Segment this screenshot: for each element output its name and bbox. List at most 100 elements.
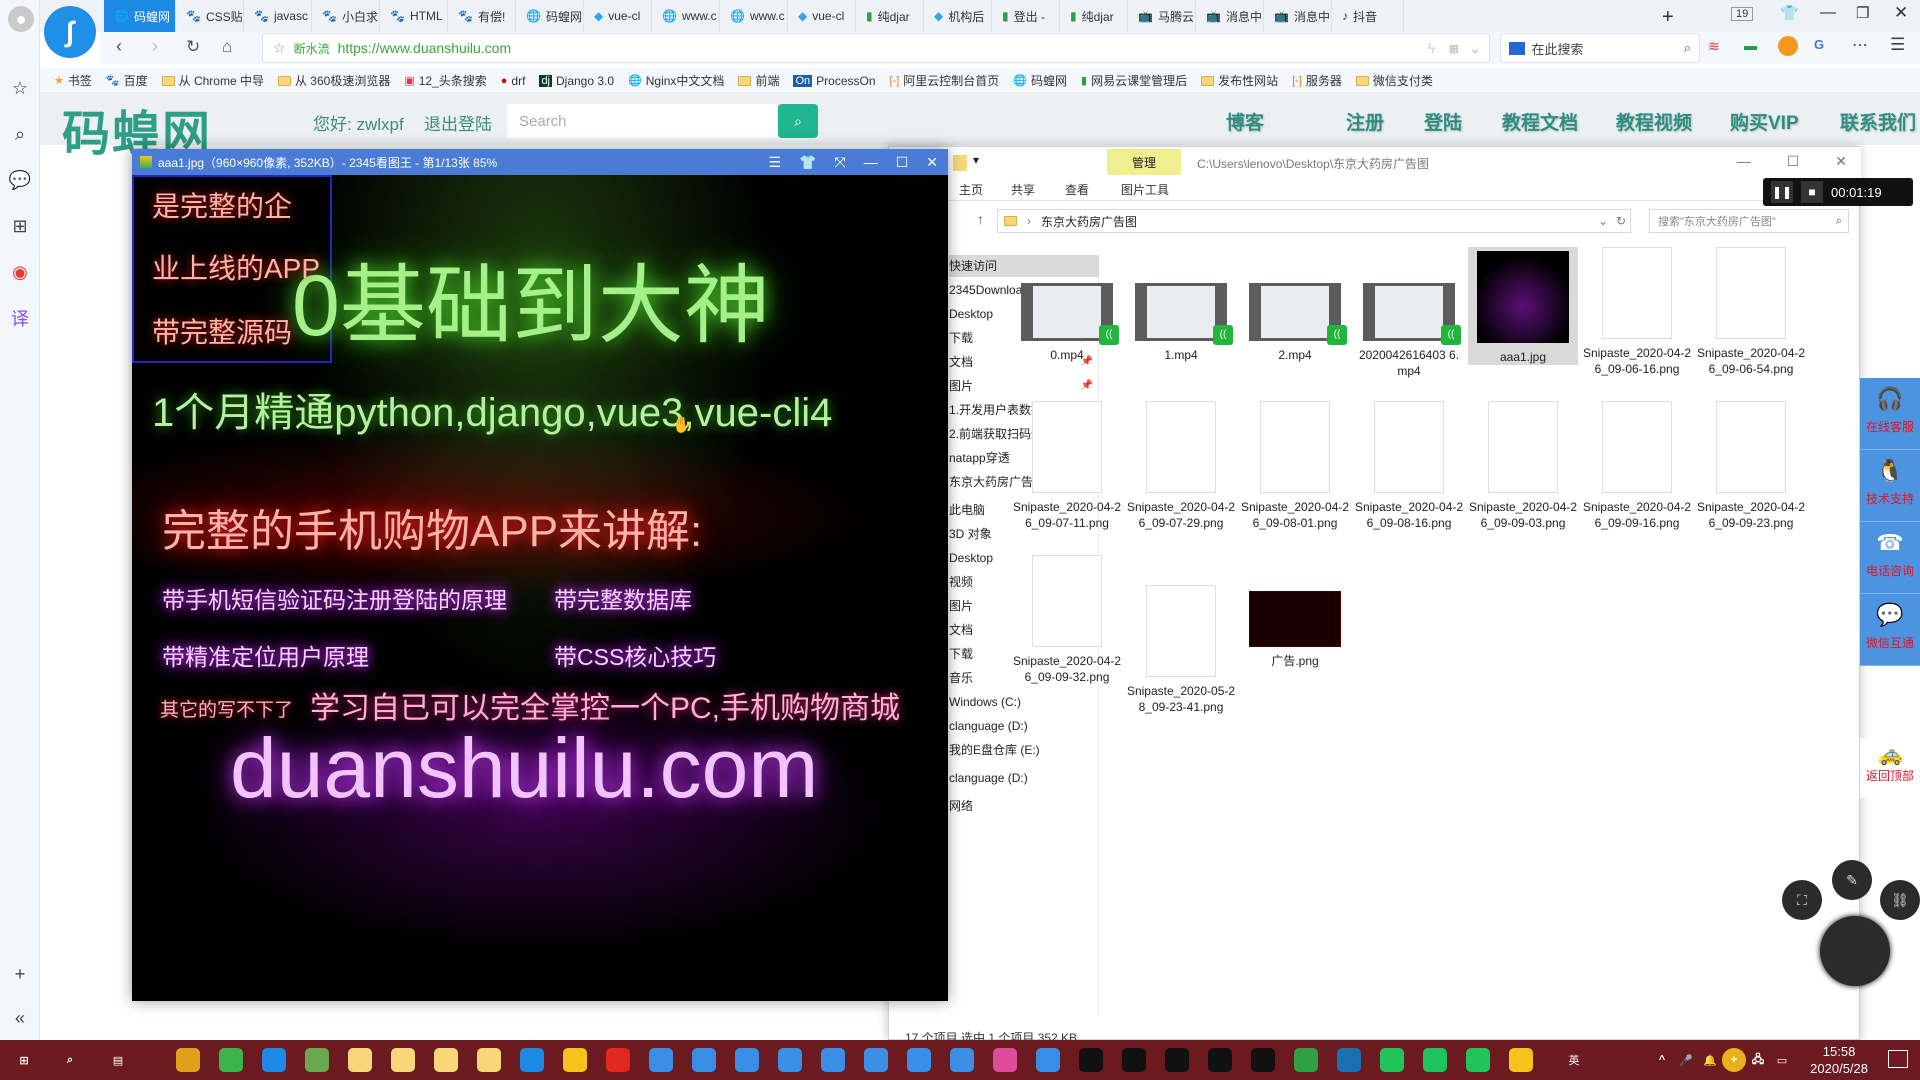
link-tool-button[interactable]: ⛓ bbox=[1880, 880, 1920, 920]
bookmark-item[interactable]: 🌐 Nginx中文文档 bbox=[628, 72, 724, 89]
bookmark-item[interactable]: [-] 服务器 bbox=[1292, 72, 1342, 89]
player-taskbar-icon[interactable] bbox=[950, 1048, 974, 1072]
chevron-down-icon[interactable]: ⌄ bbox=[1469, 40, 1481, 57]
tab[interactable]: ▮ 纯djar bbox=[856, 0, 924, 32]
start-windows-icon[interactable]: ⊞ bbox=[12, 1048, 36, 1072]
displayed-image[interactable]: 0基础到大神 1个月精通python,django,vue3,vue-cli4 … bbox=[132, 175, 948, 1001]
search-icon[interactable]: ⌕ bbox=[1684, 40, 1691, 56]
terminal-taskbar-icon[interactable] bbox=[1165, 1048, 1189, 1072]
ie-taskbar-icon[interactable] bbox=[778, 1048, 802, 1072]
file-explorer-taskbar-icon[interactable] bbox=[348, 1048, 372, 1072]
tab[interactable]: ♪ 抖音 bbox=[1332, 0, 1404, 32]
bookmark-item[interactable]: ▮ 网易云课堂管理后 bbox=[1081, 72, 1187, 89]
viewer-skin-icon[interactable]: 👕 bbox=[799, 154, 816, 171]
tab[interactable]: 🌐 码蝗网 bbox=[516, 0, 584, 32]
ribbon-tab-manage[interactable]: 管理 bbox=[1107, 149, 1181, 175]
file-explorer-taskbar-icon[interactable] bbox=[391, 1048, 415, 1072]
menu-icon[interactable]: ☰ bbox=[1890, 35, 1905, 55]
site-nav-item[interactable]: 教程视频 bbox=[1616, 108, 1692, 135]
tab[interactable]: 🌐 www.c bbox=[720, 0, 788, 32]
tab[interactable]: 📺 消息中 bbox=[1196, 0, 1264, 32]
site-nav-item[interactable]: 购买VIP bbox=[1730, 108, 1799, 135]
translate-icon[interactable]: ⊞ bbox=[8, 214, 32, 238]
bookmark-item[interactable]: 🐾 百度 bbox=[106, 72, 148, 89]
tab[interactable]: 📺 马腾云 bbox=[1128, 0, 1196, 32]
bookmark-item[interactable]: ▣ 12_头条搜索 bbox=[404, 72, 486, 89]
file-item[interactable]: ((0.mp4 bbox=[1012, 247, 1122, 363]
security-tray-icon[interactable]: + bbox=[1722, 1048, 1746, 1072]
avatar-icon[interactable]: ● bbox=[8, 6, 34, 32]
file-item[interactable]: Snipaste_2020-05-28_09-23-41.png bbox=[1126, 555, 1236, 715]
360-browser-taskbar-icon[interactable] bbox=[219, 1048, 243, 1072]
skin-icon[interactable]: 👕 bbox=[1780, 4, 1799, 22]
ribbon-tab-share[interactable]: 共享 bbox=[1011, 181, 1035, 198]
webstorm-taskbar-icon[interactable] bbox=[1337, 1048, 1361, 1072]
color-app-taskbar-icon[interactable] bbox=[563, 1048, 587, 1072]
pen-tool-button[interactable]: ✎ bbox=[1832, 860, 1872, 900]
file-item[interactable]: Snipaste_2020-04-26_09-06-54.png bbox=[1696, 247, 1806, 377]
bookmark-star-icon[interactable]: ☆ bbox=[273, 40, 286, 57]
tab[interactable]: 🌐 www.c bbox=[652, 0, 720, 32]
tab[interactable]: 🐾 小白求 bbox=[312, 0, 380, 32]
stop-button[interactable]: ■ bbox=[1801, 181, 1823, 203]
file-item[interactable]: aaa1.jpg bbox=[1468, 247, 1578, 365]
microphone-icon[interactable]: 🎤 bbox=[1674, 1048, 1698, 1072]
favorites-star-icon[interactable]: ☆ bbox=[8, 76, 32, 100]
file-item[interactable]: Snipaste_2020-04-26_09-09-32.png bbox=[1012, 555, 1122, 685]
pycharm-taskbar-icon[interactable] bbox=[1466, 1048, 1490, 1072]
lightning-icon[interactable]: ϟ bbox=[1428, 40, 1435, 56]
sogou-taskbar-icon[interactable] bbox=[649, 1048, 673, 1072]
float-bar-item[interactable]: 🚕 返回顶部 bbox=[1860, 738, 1920, 798]
explorer-address-bar[interactable]: › 东京大药房广告图 ⌄ ↻ bbox=[997, 209, 1631, 233]
pin-icon[interactable]: 📌 bbox=[1081, 375, 1093, 397]
site-search-input[interactable]: Search bbox=[507, 104, 777, 138]
ime-indicator[interactable]: 英 bbox=[1562, 1048, 1586, 1072]
tab[interactable]: ▮ 纯djar bbox=[1060, 0, 1128, 32]
bookmark-item[interactable]: dj Django 3.0 bbox=[539, 74, 614, 88]
more-icon[interactable]: ⋯ bbox=[1852, 35, 1868, 55]
tab[interactable]: ◆ 机构后 bbox=[924, 0, 992, 32]
vscode-taskbar-icon[interactable] bbox=[520, 1048, 544, 1072]
baidu-paw-icon[interactable]: 🐾 bbox=[1509, 41, 1526, 55]
explorer-search-input[interactable]: 搜索"东京大药房广告图" ⌕ bbox=[1649, 209, 1849, 233]
bookmark-item[interactable]: 前端 bbox=[738, 72, 779, 89]
site-search-button[interactable]: ⌕ bbox=[778, 104, 818, 138]
float-bar-item[interactable]: 🐧 技术支持 bbox=[1860, 450, 1920, 522]
tab-count-badge[interactable]: 19 bbox=[1731, 7, 1754, 21]
bookmark-item[interactable]: 微信支付类 bbox=[1355, 72, 1433, 89]
ribbon-tab-picture-tools[interactable]: 图片工具 bbox=[1121, 181, 1169, 198]
nav-pane-item[interactable]: 网络 bbox=[949, 795, 1099, 817]
viewer-minimize-button[interactable]: — bbox=[864, 154, 878, 170]
chat-icon[interactable]: 💬 bbox=[8, 168, 32, 192]
search-icon[interactable]: ⌕ bbox=[1836, 215, 1842, 228]
refresh-icon[interactable]: ↻ bbox=[1616, 214, 1626, 228]
breadcrumb-folder[interactable]: 东京大药房广告图 bbox=[1041, 213, 1137, 230]
network-icon[interactable]: 🖧 bbox=[1746, 1048, 1770, 1072]
bookmark-item[interactable]: 从 Chrome 中导 bbox=[161, 72, 264, 89]
notification-center-icon[interactable] bbox=[1888, 1050, 1908, 1068]
tab[interactable]: ◆ vue-cl bbox=[584, 0, 652, 32]
restore-button[interactable]: ❐ bbox=[1856, 4, 1869, 22]
game-extension-icon[interactable] bbox=[1778, 36, 1798, 56]
file-item[interactable]: Snipaste_2020-04-26_09-06-16.png bbox=[1582, 247, 1692, 377]
logout-link[interactable]: 退出登陆 bbox=[424, 110, 492, 135]
address-bar[interactable]: ☆ 断水流 https://www.duanshuilu.com ϟ ▦ ⌄ bbox=[262, 33, 1490, 63]
nav-pane-item[interactable]: clanguage (D:) bbox=[949, 715, 1099, 737]
google-translate-icon[interactable]: G bbox=[1814, 37, 1824, 52]
ie-taskbar-icon[interactable] bbox=[821, 1048, 845, 1072]
extension-icon[interactable]: ≋ bbox=[1708, 38, 1720, 55]
bookmark-item[interactable]: ● drf bbox=[501, 74, 526, 88]
file-item[interactable]: Snipaste_2020-04-26_09-07-11.png bbox=[1012, 401, 1122, 531]
file-item[interactable]: 广告.png bbox=[1240, 555, 1350, 669]
site-nav-item[interactable]: 联系我们 bbox=[1840, 108, 1916, 135]
bell-icon[interactable]: 🔔 bbox=[1698, 1048, 1722, 1072]
search-icon[interactable]: ⌕ bbox=[8, 122, 32, 146]
tab[interactable]: 🐾 javasc bbox=[244, 0, 312, 32]
file-explorer-taskbar-icon[interactable] bbox=[477, 1048, 501, 1072]
word-taskbar-icon[interactable] bbox=[1036, 1048, 1060, 1072]
viewer-close-button[interactable]: ✕ bbox=[926, 154, 938, 171]
site-nav-item[interactable]: 登陆 bbox=[1424, 108, 1462, 135]
ie-taskbar-icon[interactable] bbox=[907, 1048, 931, 1072]
battery-icon[interactable]: ▭ bbox=[1770, 1048, 1794, 1072]
file-item[interactable]: ((2.mp4 bbox=[1240, 247, 1350, 363]
